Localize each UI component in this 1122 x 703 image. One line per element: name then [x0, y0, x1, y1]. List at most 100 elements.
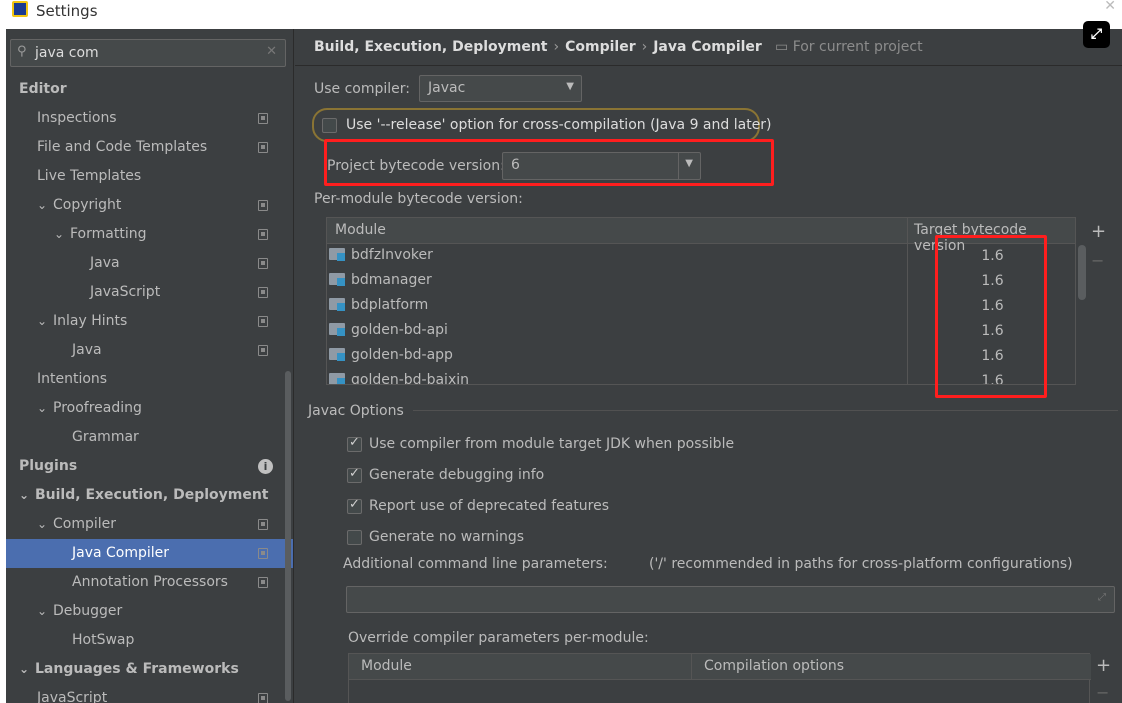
sidebar-item[interactable]: Inspections [6, 104, 293, 133]
project-scope-icon: ▭ [775, 39, 789, 55]
module-folder-icon [329, 297, 347, 311]
javac-option-label[interactable]: Report use of deprecated features [369, 498, 609, 514]
highlight-annotation-target-version [935, 235, 1047, 398]
sidebar-item-label: Formatting [70, 226, 147, 242]
javac-option-checkbox[interactable] [347, 530, 362, 545]
sidebar-item[interactable]: ⌄ Languages & Frameworks [6, 655, 293, 684]
sidebar-item-label: HotSwap [72, 632, 135, 648]
column-header-module[interactable]: Module [335, 222, 386, 238]
sidebar-item[interactable]: JavaScript [6, 278, 293, 307]
additional-params-label: Additional command line parameters: [343, 556, 608, 572]
expand-field-icon[interactable]: ⤢ [1098, 592, 1106, 603]
project-scope-icon [258, 316, 268, 327]
javac-option-checkbox[interactable] [347, 466, 362, 483]
additional-params-input[interactable]: ⤢ [346, 586, 1115, 613]
module-name: bdfzInvoker [351, 247, 433, 263]
sidebar-item-label: JavaScript [90, 284, 161, 300]
sidebar-item[interactable]: ⌄ Copyright [6, 191, 293, 220]
sidebar-item-label: File and Code Templates [37, 139, 208, 155]
per-module-label: Per-module bytecode version: [314, 191, 523, 207]
sidebar-item[interactable]: ⌄ Compiler [6, 510, 293, 539]
module-cell: golden-bd-api [329, 322, 448, 338]
breadcrumb-separator: › [641, 39, 648, 55]
sidebar-item[interactable]: ⌄ Proofreading [6, 394, 293, 423]
clear-search-icon[interactable]: ✕ [266, 44, 277, 59]
sidebar-item[interactable]: Plugins i [6, 452, 293, 481]
breadcrumb-separator: › [553, 39, 560, 55]
add-module-icon[interactable]: + [1091, 221, 1106, 242]
chevron-down-icon[interactable]: ⌄ [37, 191, 53, 220]
sidebar-item[interactable]: ⌄ Formatting [6, 220, 293, 249]
sidebar-item[interactable]: Java Compiler [6, 539, 293, 568]
module-table-scrollbar[interactable] [1078, 245, 1086, 300]
module-cell: bdmanager [329, 272, 432, 288]
sidebar-scrollbar[interactable] [285, 371, 291, 701]
project-scope-icon [258, 519, 268, 530]
sidebar-item[interactable]: Annotation Processors [6, 568, 293, 597]
expand-icon[interactable]: ⤢ [1083, 21, 1110, 48]
module-cell: golden-bd-baixin [329, 372, 469, 384]
sidebar-item[interactable]: HotSwap [6, 626, 293, 655]
module-folder-icon [329, 347, 347, 361]
use-compiler-dropdown[interactable]: Javac ▼ [419, 75, 582, 102]
javac-option-checkbox[interactable] [347, 497, 362, 514]
chevron-down-icon[interactable]: ⌄ [19, 481, 35, 510]
sidebar-item[interactable]: Editor [6, 75, 293, 104]
sidebar-item[interactable]: Grammar [6, 423, 293, 452]
override-params-label: Override compiler parameters per-module: [348, 630, 649, 646]
chevron-down-icon[interactable]: ⌄ [37, 307, 53, 336]
javac-option-label[interactable]: Use compiler from module target JDK when… [369, 436, 734, 452]
sidebar-item[interactable]: Java [6, 336, 293, 365]
project-scope-icon [258, 229, 268, 240]
sidebar-item-label: JavaScript [37, 690, 108, 703]
chevron-down-icon[interactable]: ⌄ [54, 220, 70, 249]
close-icon[interactable]: ✕ [1104, 0, 1116, 14]
use-compiler-value: Javac [428, 80, 466, 96]
settings-main-pane: Build, Execution, Deployment › Compiler › Ja… [295, 21, 1122, 703]
sidebar-item-label: Debugger [53, 603, 123, 619]
chevron-down-icon[interactable]: ⌄ [37, 510, 53, 539]
sidebar-item-label: Editor [19, 81, 67, 97]
breadcrumb-item[interactable]: Build, Execution, Deployment [314, 39, 548, 55]
chevron-down-icon[interactable]: ⌄ [37, 394, 53, 423]
javac-option-label[interactable]: Generate debugging info [369, 467, 544, 483]
module-folder-icon [329, 372, 347, 384]
sidebar-item[interactable]: Java [6, 249, 293, 278]
sidebar-item[interactable]: ⌄ Debugger [6, 597, 293, 626]
sidebar-item[interactable]: ⌄ Inlay Hints [6, 307, 293, 336]
sidebar-item[interactable]: JavaScript [6, 684, 293, 703]
sidebar-item-label: Annotation Processors [72, 574, 228, 590]
javac-option-label[interactable]: Generate no warnings [369, 529, 524, 545]
project-scope-icon [258, 142, 268, 153]
additional-params-hint: ('/' recommended in paths for cross-plat… [649, 556, 1073, 572]
release-option-checkbox[interactable] [322, 118, 337, 133]
settings-tree: Editor Inspections File and Code Templates… [6, 75, 293, 703]
add-override-icon[interactable]: + [1096, 655, 1111, 676]
info-icon: i [258, 459, 273, 474]
sidebar-item-label: Inspections [37, 110, 117, 126]
sidebar-item-label: Live Templates [37, 168, 142, 184]
project-scope-icon [258, 287, 268, 298]
chevron-down-icon[interactable]: ⌄ [19, 655, 35, 684]
settings-search-field[interactable]: ⚲ java com ✕ [10, 39, 286, 67]
chevron-down-icon[interactable]: ⌄ [37, 597, 53, 626]
module-name: bdmanager [351, 272, 432, 288]
javac-option-checkbox[interactable] [347, 435, 362, 452]
breadcrumb-item[interactable]: Compiler [565, 39, 636, 55]
column-header-module[interactable]: Module [349, 654, 691, 680]
sidebar-item[interactable]: ⌄ Build, Execution, Deployment [6, 481, 293, 510]
sidebar-item[interactable]: Intentions [6, 365, 293, 394]
search-input-value[interactable]: java com [35, 45, 99, 61]
sidebar-item[interactable]: File and Code Templates [6, 133, 293, 162]
chevron-down-icon: ▼ [566, 81, 574, 92]
remove-module-icon[interactable]: − [1091, 251, 1104, 270]
release-option-label[interactable]: Use '--release' option for cross-compila… [346, 117, 772, 133]
settings-window: ⚲ java com ✕ Editor Inspections File and C… [6, 21, 1122, 703]
module-name: golden-bd-app [351, 347, 453, 363]
sidebar-item-label: Grammar [72, 429, 139, 445]
sidebar-item[interactable]: Live Templates [6, 162, 293, 191]
remove-override-icon[interactable]: − [1096, 683, 1109, 702]
column-header-compilation-options[interactable]: Compilation options [691, 654, 1091, 680]
window-titlebar: Settings ✕ [0, 0, 1122, 29]
module-folder-icon [329, 247, 347, 261]
